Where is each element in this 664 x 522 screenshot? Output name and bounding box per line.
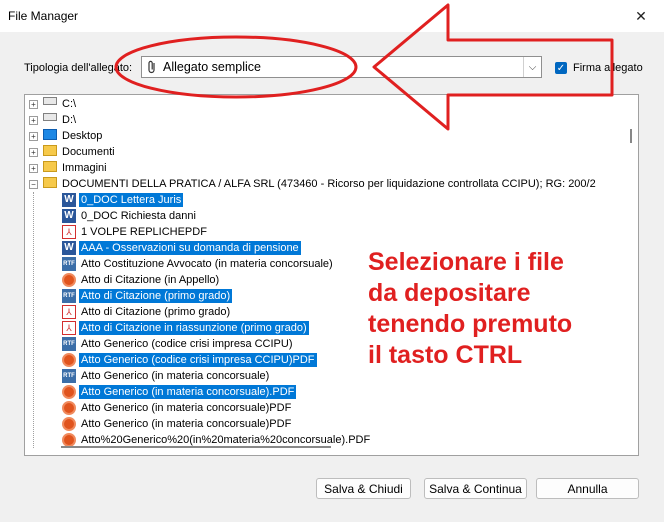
pointer-arrow [372, 3, 614, 131]
cancel-button[interactable]: Annulla [536, 478, 639, 499]
annotation-overlay [114, 3, 614, 131]
save-continue-button[interactable]: Salva & Continua [424, 478, 527, 499]
highlight-ellipse [114, 35, 358, 99]
save-close-button[interactable]: Salva & Chiudi [316, 478, 411, 499]
